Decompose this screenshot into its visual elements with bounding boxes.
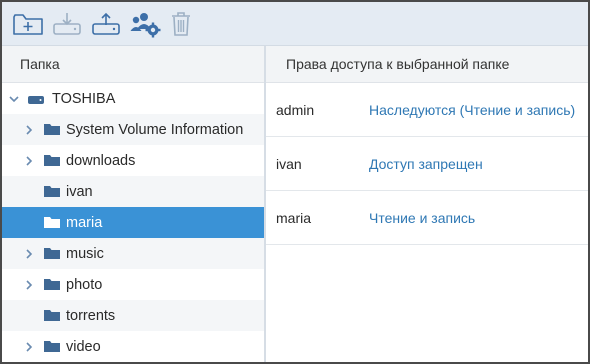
permission-access-link[interactable]: Доступ запрещен xyxy=(369,156,483,172)
chevron-right-icon[interactable] xyxy=(23,155,35,167)
drive-icon xyxy=(27,92,45,106)
app-window: Папка TOSHIBA System Volume Information d… xyxy=(0,0,590,364)
tree-item-label: downloads xyxy=(66,152,136,169)
permission-row: ivan Доступ запрещен xyxy=(266,137,588,191)
folder-tree-panel: Папка TOSHIBA System Volume Information d… xyxy=(2,46,264,362)
folder-icon xyxy=(43,215,61,229)
folder-icon xyxy=(43,246,61,260)
trash-icon xyxy=(172,12,190,36)
chevron-down-icon[interactable] xyxy=(8,93,20,105)
folder-icon xyxy=(43,153,61,167)
users-gear-icon xyxy=(130,13,161,38)
chevron-right-icon[interactable] xyxy=(23,248,35,260)
permission-access-link[interactable]: Чтение и запись xyxy=(369,210,475,226)
upload-button[interactable] xyxy=(90,10,122,38)
permission-row: admin Наследуются (Чтение и запись) xyxy=(266,83,588,137)
tree-item-label: System Volume Information xyxy=(66,121,244,138)
folder-icon xyxy=(43,122,61,136)
chevron-right-icon[interactable] xyxy=(23,279,35,291)
permission-row: maria Чтение и запись xyxy=(266,191,588,245)
users-settings-button[interactable] xyxy=(129,10,163,38)
folder-icon xyxy=(43,339,61,353)
folder-icon xyxy=(43,308,61,322)
delete-button[interactable] xyxy=(170,10,192,38)
chevron-right-icon[interactable] xyxy=(23,341,35,353)
tree-item-label: video xyxy=(66,338,101,355)
permission-user: admin xyxy=(276,101,315,118)
tree-root[interactable]: TOSHIBA xyxy=(2,83,264,114)
tree-item[interactable]: torrents xyxy=(2,300,264,331)
tree-item[interactable]: video xyxy=(2,331,264,362)
add-folder-icon xyxy=(13,14,43,35)
tree-item-label: ivan xyxy=(66,183,93,200)
tree-item[interactable]: System Volume Information xyxy=(2,114,264,145)
permissions-panel: Права доступа к выбранной папке admin Нас… xyxy=(266,46,588,362)
tree-item-label: music xyxy=(66,245,104,262)
tree-item[interactable]: downloads xyxy=(2,145,264,176)
permission-user: ivan xyxy=(276,155,302,172)
download-icon xyxy=(53,13,81,35)
tree-item[interactable]: ivan xyxy=(2,176,264,207)
tree-item[interactable]: photo xyxy=(2,269,264,300)
add-folder-button[interactable] xyxy=(12,10,44,38)
tree-item-label: photo xyxy=(66,276,103,293)
tree-item[interactable]: maria xyxy=(2,207,264,238)
tree-item-label: maria xyxy=(66,214,103,231)
permissions-header: Права доступа к выбранной папке xyxy=(266,46,588,83)
folder-icon xyxy=(43,184,61,198)
tree-root-label: TOSHIBA xyxy=(52,90,116,107)
tree-item[interactable]: music xyxy=(2,238,264,269)
permission-access-link[interactable]: Наследуются (Чтение и запись) xyxy=(369,102,575,118)
folder-icon xyxy=(43,277,61,291)
upload-icon xyxy=(92,12,120,35)
tree-item-label: torrents xyxy=(66,307,116,324)
chevron-right-icon[interactable] xyxy=(23,124,35,136)
tree-header: Папка xyxy=(2,46,264,83)
toolbar xyxy=(2,2,588,46)
download-button[interactable] xyxy=(51,10,83,38)
permission-user: maria xyxy=(276,209,312,226)
